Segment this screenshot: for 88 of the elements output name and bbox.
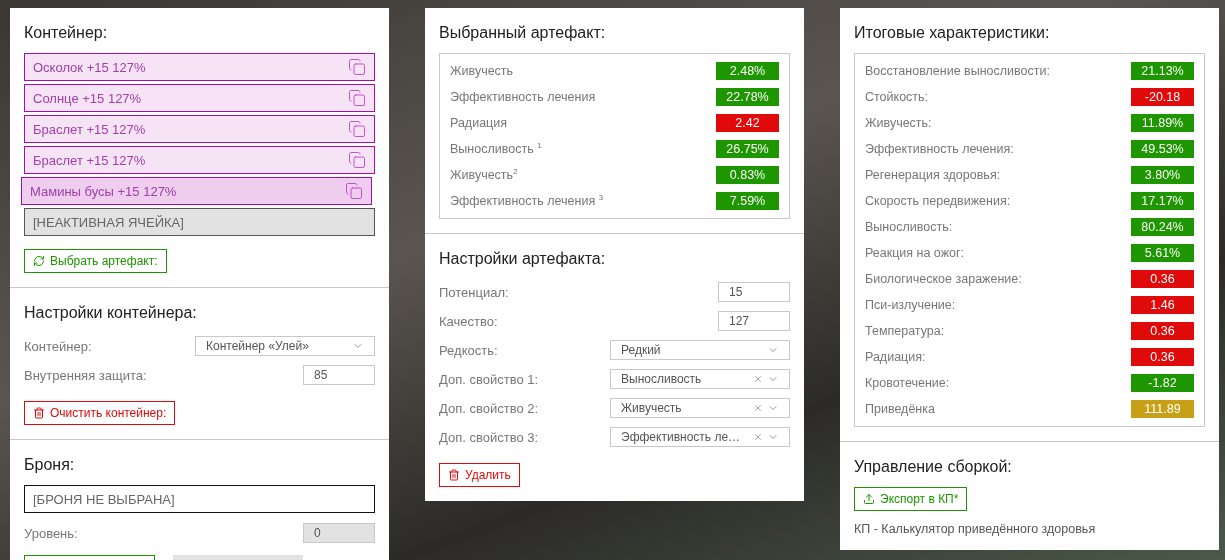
artifact-slot[interactable]: Браслет +15 127% <box>24 146 375 174</box>
copy-icon[interactable] <box>345 182 363 200</box>
field-label: Редкость: <box>439 342 498 358</box>
copy-icon[interactable] <box>348 89 366 107</box>
refresh-icon <box>33 255 45 267</box>
section-title: Настройки артефакта: <box>439 250 607 268</box>
stat-value: -1.82 <box>1131 374 1194 392</box>
clear-container-button[interactable]: Очистить контейнер: <box>24 401 176 425</box>
section-title: Выбранный артефакт: <box>439 24 607 42</box>
field-label: Доп. свойство 1: <box>439 371 539 387</box>
stat-value: 49.53% <box>1131 140 1194 158</box>
armor-field[interactable]: [БРОНЯ НЕ ВЫБРАНА] <box>24 485 375 513</box>
stat-label: Приведёнка <box>865 402 935 416</box>
field-label: Контейнер: <box>24 338 92 354</box>
artifact-slot[interactable]: Солнце +15 127% <box>24 84 375 112</box>
stat-label: Пси-излучение: <box>865 298 956 312</box>
stat-value: 21.13% <box>1131 62 1194 80</box>
stat-label: Живучесть: <box>865 116 932 130</box>
artifact-slot[interactable]: Мамины бусы +15 127% <box>21 177 372 205</box>
stat-value: 26.75% <box>716 140 779 158</box>
stat-value: 111.89 <box>1131 400 1194 418</box>
clear-icon[interactable] <box>753 403 763 413</box>
trash-icon <box>33 407 45 419</box>
field-label: Качество: <box>439 313 498 329</box>
stat-value: 80.24% <box>1131 218 1194 236</box>
stat-value: 5.61% <box>1131 244 1194 262</box>
stat-label: Реакция на ожог: <box>865 246 965 260</box>
stat-value: 0.36 <box>1131 270 1194 288</box>
input-field[interactable]: 15 <box>718 282 790 302</box>
stat-label: Эффективность лечения <box>450 90 596 104</box>
stat-label: Регенерация здоровья: <box>865 168 1001 182</box>
stat-value: 0.36 <box>1131 348 1194 366</box>
artifact-slot[interactable]: Осколок +15 127% <box>24 53 375 81</box>
stat-label: Скорость передвижения: <box>865 194 1011 208</box>
section-title: Настройки контейнера: <box>24 304 198 322</box>
trash-icon <box>448 469 460 481</box>
copy-icon[interactable] <box>348 120 366 138</box>
stat-value: 0.36 <box>1131 322 1194 340</box>
field-label: Потенциал: <box>439 284 509 300</box>
stat-label: Стойкость: <box>865 90 929 104</box>
stat-value: 2.42 <box>716 114 779 132</box>
clear-icon[interactable] <box>753 374 763 384</box>
section-title: Итоговые характеристики: <box>854 24 1051 42</box>
stat-value: 1.46 <box>1131 296 1194 314</box>
stat-label: Выносливость $^{1}$ <box>450 141 542 157</box>
container-select[interactable]: Контейнер «Улей» <box>195 336 375 356</box>
input-field[interactable]: 0 <box>303 523 375 543</box>
copy-icon[interactable] <box>348 151 366 169</box>
input-field[interactable]: 85 <box>303 365 375 385</box>
artifact-slot[interactable]: Браслет +15 127% <box>24 115 375 143</box>
stat-label: Эффективность лечения $^{3}$ <box>450 193 604 209</box>
clear-icon[interactable] <box>753 432 763 442</box>
stat-label: Кровотечение: <box>865 376 950 390</box>
stat-value: 2.48% <box>716 62 779 80</box>
field-label: Уровень: <box>24 525 78 541</box>
stat-label: Живучесть$^{2}$ <box>450 167 518 183</box>
input-field[interactable]: 127 <box>718 311 790 331</box>
section-title: Управление сборкой: <box>854 458 1013 476</box>
select-field[interactable]: Выносливость <box>610 369 790 389</box>
stat-label: Выносливость: <box>865 220 953 234</box>
stat-label: Восстановление выносливости: <box>865 64 1050 78</box>
field-label: Доп. свойство 2: <box>439 400 539 416</box>
stat-label: Температура: <box>865 324 945 338</box>
stat-label: Биологическое заражение: <box>865 272 1022 286</box>
stat-value: 11.89% <box>1131 114 1194 132</box>
select-field[interactable]: Редкий <box>610 340 790 360</box>
stat-value: -20.18 <box>1131 88 1194 106</box>
copy-icon[interactable] <box>348 58 366 76</box>
select-artifact-button[interactable]: Выбрать артефакт: <box>24 249 167 273</box>
stat-label: Радиация <box>450 116 507 130</box>
delete-button[interactable]: Удалить <box>439 463 520 487</box>
upload-icon <box>863 493 875 505</box>
stat-value: 3.80% <box>1131 166 1194 184</box>
stat-value: 7.59% <box>716 192 779 210</box>
stat-value: 17.17% <box>1131 192 1194 210</box>
section-title: Броня: <box>24 456 76 474</box>
stat-value: 0.83% <box>716 166 779 184</box>
select-field[interactable]: Эффективность ле… <box>610 427 790 447</box>
footnote: КП - Калькулятор приведённого здоровья <box>854 522 1097 536</box>
stat-label: Живучесть <box>450 64 514 78</box>
export-button[interactable]: Экспорт в КП* <box>854 487 968 511</box>
section-title: Контейнер: <box>24 24 109 42</box>
field-label: Внутренняя защита: <box>24 367 147 383</box>
stat-label: Радиация: <box>865 350 926 364</box>
stat-value: 22.78% <box>716 88 779 106</box>
field-label: Доп. свойство 3: <box>439 429 539 445</box>
stat-label: Эффективность лечения: <box>865 142 1014 156</box>
select-field[interactable]: Живучесть <box>610 398 790 418</box>
